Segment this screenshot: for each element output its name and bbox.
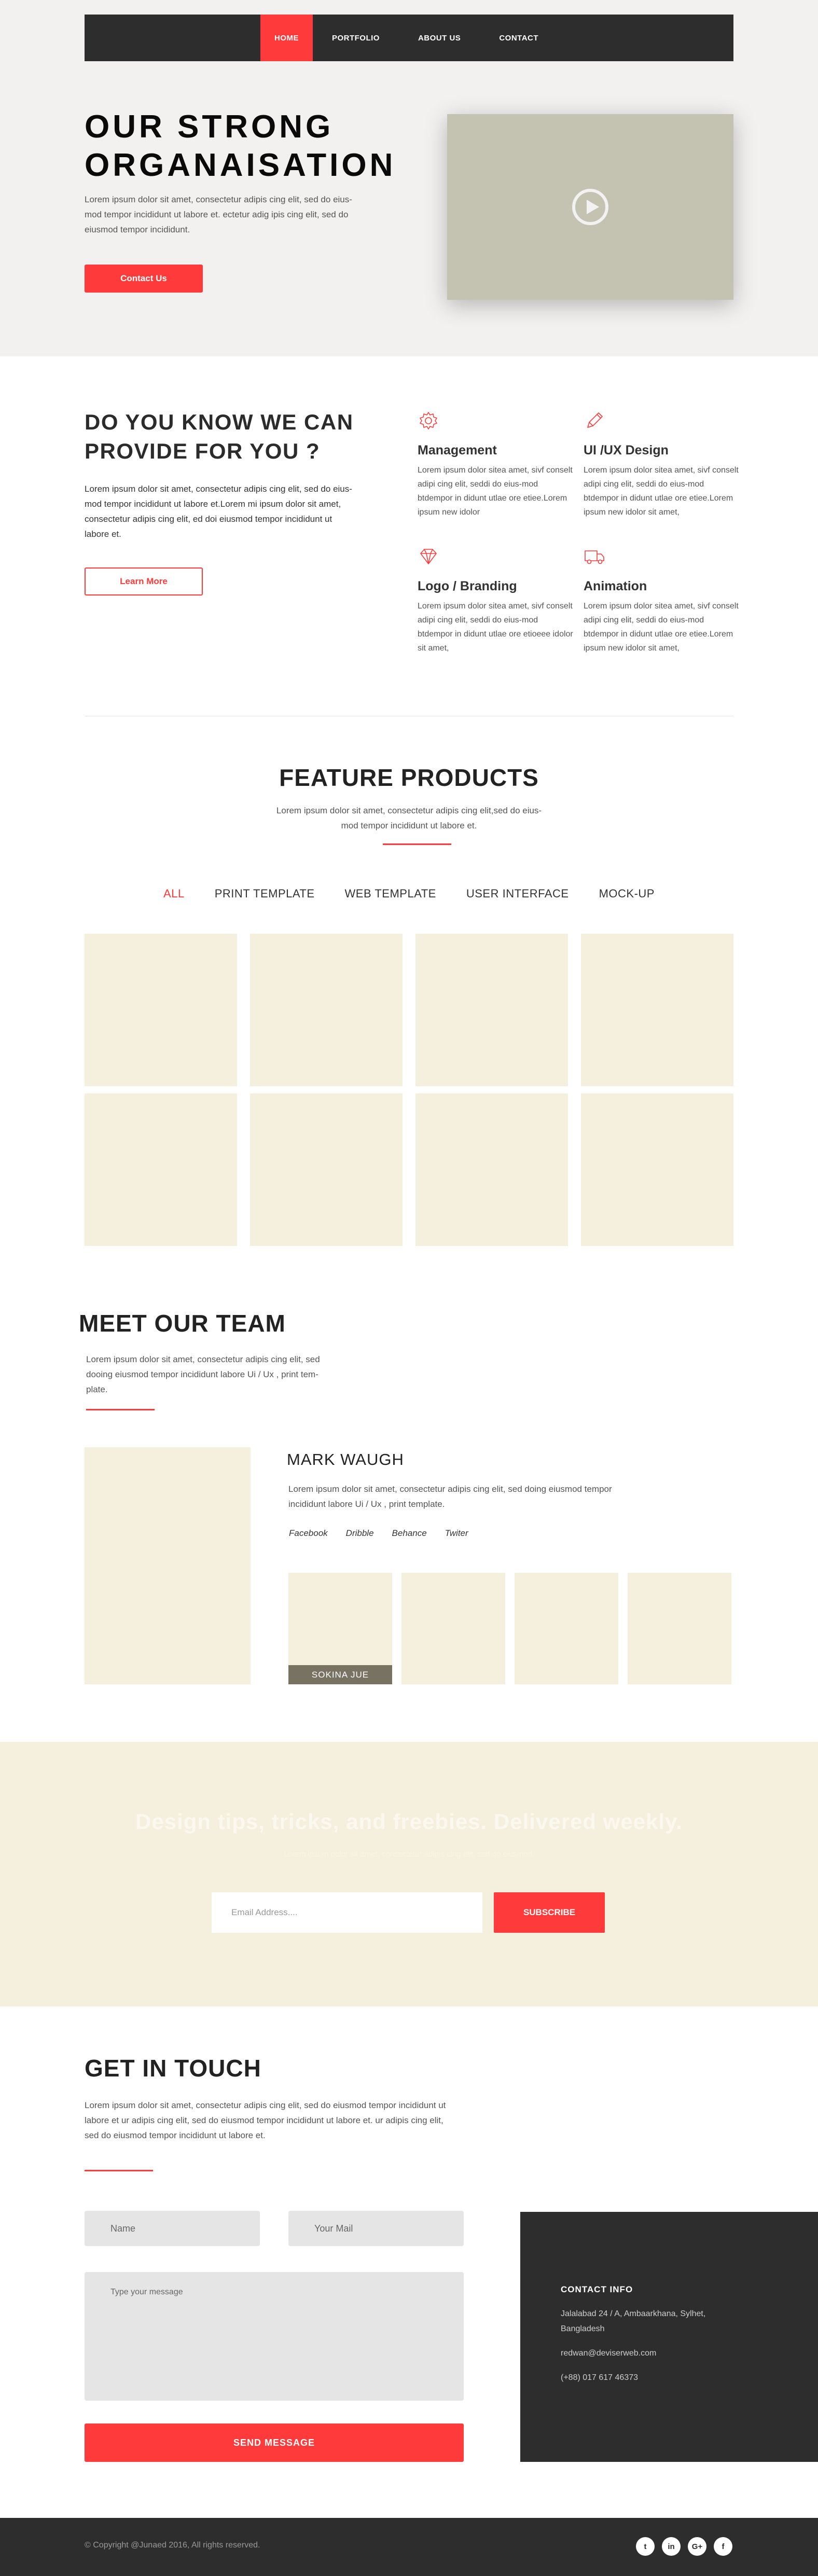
contact-underline — [85, 2170, 153, 2171]
diamond-icon — [420, 549, 437, 564]
gear-icon — [420, 412, 437, 430]
twitter-link[interactable]: Twiter — [445, 1528, 468, 1539]
member-name: MARK WAUGH — [287, 1450, 404, 1469]
google-plus-icon[interactable]: G+ — [688, 2537, 706, 2556]
feature-subtitle-line2: mod tempor incididunt ut labore et. — [341, 821, 477, 830]
filter-print-template[interactable]: PRINT TEMPLATE — [215, 887, 315, 901]
service-title: Management — [418, 443, 497, 458]
hero-title-line1: OUR STRONG — [85, 109, 334, 145]
service-title: Animation — [584, 579, 647, 593]
truck-icon — [585, 550, 604, 564]
product-tile[interactable] — [250, 1093, 403, 1246]
service-title: Logo / Branding — [418, 579, 517, 593]
service-title: UI /UX Design — [584, 443, 669, 458]
filter-user-interface[interactable]: USER INTERFACE — [466, 887, 569, 901]
hero-title-line2: ORGANAISATION — [85, 147, 396, 183]
learn-more-button[interactable]: Learn More — [85, 567, 203, 595]
product-tile[interactable] — [85, 934, 237, 1086]
contact-text: Lorem ipsum dolor sit amet, consectetur … — [85, 2100, 446, 2140]
member-socials: Facebook Dribble Behance Twiter — [289, 1528, 468, 1539]
main-nav: HOME PORTFOLIO ABOUT US CONTACT — [85, 15, 733, 61]
newsletter-subtitle: Lorem ipsum dolor sit amet, consectetur … — [283, 1850, 535, 1859]
contact-title: GET IN TOUCH — [85, 2055, 261, 2082]
filter-web-template[interactable]: WEB TEMPLATE — [345, 887, 436, 901]
service-text: Lorem ipsum dolor sitea amet, sivf conse… — [418, 602, 573, 653]
subscribe-button[interactable]: SUBSCRIBE — [494, 1892, 605, 1933]
copyright-text: © Copyright @Junaed 2016, All rights res… — [85, 2541, 260, 2550]
product-tile[interactable] — [415, 934, 568, 1086]
service-text: Lorem ipsum dolor sitea amet, sivf conse… — [584, 466, 739, 517]
contact-email[interactable]: redwan@deviserweb.com — [561, 2346, 778, 2361]
service-logo-branding: Logo / Branding Lorem ipsum dolor sitea … — [418, 546, 573, 655]
footer: © Copyright @Junaed 2016, All rights res… — [0, 2518, 818, 2576]
about-title: DO YOU KNOW WE CAN PROVIDE FOR YOU ? — [85, 410, 354, 463]
nav-home[interactable]: HOME — [260, 15, 313, 61]
member-text: Lorem ipsum dolor sit amet, consectetur … — [288, 1484, 612, 1509]
team-thumb[interactable] — [515, 1573, 618, 1684]
mail-field[interactable] — [288, 2211, 464, 2246]
message-field[interactable] — [85, 2272, 464, 2401]
nav-portfolio[interactable]: PORTFOLIO — [313, 15, 399, 61]
feature-title: FEATURE PRODUCTS — [279, 764, 539, 791]
video-placeholder[interactable] — [447, 114, 733, 300]
nav-about-us[interactable]: ABOUT US — [399, 15, 480, 61]
play-circle-icon[interactable] — [572, 189, 608, 225]
email-address-input[interactable] — [212, 1892, 482, 1933]
feature-underline — [383, 843, 451, 845]
dribble-link[interactable]: Dribble — [346, 1528, 374, 1539]
nav-contact[interactable]: CONTACT — [480, 15, 558, 61]
newsletter-title: Design tips, tricks, and freebies. Deliv… — [135, 1809, 683, 1834]
service-management: Management Lorem ipsum dolor sitea amet,… — [418, 410, 573, 519]
product-tile[interactable] — [581, 1093, 733, 1246]
member-photo — [85, 1447, 251, 1684]
service-animation: Animation Lorem ipsum dolor sitea amet, … — [584, 546, 739, 655]
product-tile[interactable] — [415, 1093, 568, 1246]
product-tile[interactable] — [250, 934, 403, 1086]
behance-link[interactable]: Behance — [392, 1528, 427, 1539]
team-thumb[interactable] — [628, 1573, 731, 1684]
contact-phone: (+88) 017 617 46373 — [561, 2373, 639, 2382]
team-title: MEET OUR TEAM — [79, 1310, 286, 1337]
contact-info-panel: CONTACT INFO Jalalabad 24 / A, Ambaarkha… — [520, 2212, 818, 2462]
service-ui-ux: UI /UX Design Lorem ipsum dolor sitea am… — [584, 410, 739, 519]
filter-mock-up[interactable]: MOCK-UP — [599, 887, 655, 901]
about-text: Lorem ipsum dolor sit amet, consectetur … — [85, 484, 352, 539]
newsletter-section: Design tips, tricks, and freebies. Deliv… — [0, 1742, 818, 2006]
feature-subtitle-line1: Lorem ipsum dolor sit amet, consectetur … — [276, 806, 542, 815]
contact-address: Jalalabad 24 / A, Ambaarkhana, Sylhet, B… — [561, 2309, 706, 2333]
linkedin-icon[interactable]: in — [662, 2537, 681, 2556]
name-field[interactable] — [85, 2211, 260, 2246]
facebook-icon[interactable]: f — [714, 2537, 732, 2556]
service-text: Lorem ipsum dolor sitea amet, sivf conse… — [584, 602, 739, 653]
product-grid — [85, 934, 733, 1246]
feature-subtitle: Lorem ipsum dolor sit amet, consectetur … — [0, 803, 818, 833]
contact-info-title: CONTACT INFO — [561, 2284, 633, 2294]
team-thumb[interactable]: SOKINA JUE — [288, 1573, 392, 1684]
team-underline — [86, 1409, 155, 1410]
hero-section: HOME PORTFOLIO ABOUT US CONTACT OUR STRO… — [0, 0, 818, 356]
hero-title: OUR STRONG ORGANAISATION — [85, 108, 406, 185]
thumb-label: SOKINA JUE — [288, 1665, 392, 1684]
filter-all[interactable]: ALL — [163, 887, 185, 901]
pencil-icon — [587, 412, 603, 428]
product-tile[interactable] — [85, 1093, 237, 1246]
hero-text: Lorem ipsum dolor sit amet, consectetur … — [85, 195, 352, 234]
product-tile[interactable] — [581, 934, 733, 1086]
team-thumb[interactable] — [401, 1573, 505, 1684]
contact-us-button[interactable]: Contact Us — [85, 265, 203, 293]
send-message-button[interactable]: SEND MESSAGE — [85, 2423, 464, 2462]
twitter-icon[interactable]: t — [636, 2537, 655, 2556]
team-text: Lorem ipsum dolor sit amet, consectetur … — [86, 1354, 320, 1394]
service-text: Lorem ipsum dolor sitea amet, sivf conse… — [418, 466, 573, 517]
facebook-link[interactable]: Facebook — [289, 1528, 328, 1539]
filter-tabs: ALL PRINT TEMPLATE WEB TEMPLATE USER INT… — [0, 887, 818, 901]
